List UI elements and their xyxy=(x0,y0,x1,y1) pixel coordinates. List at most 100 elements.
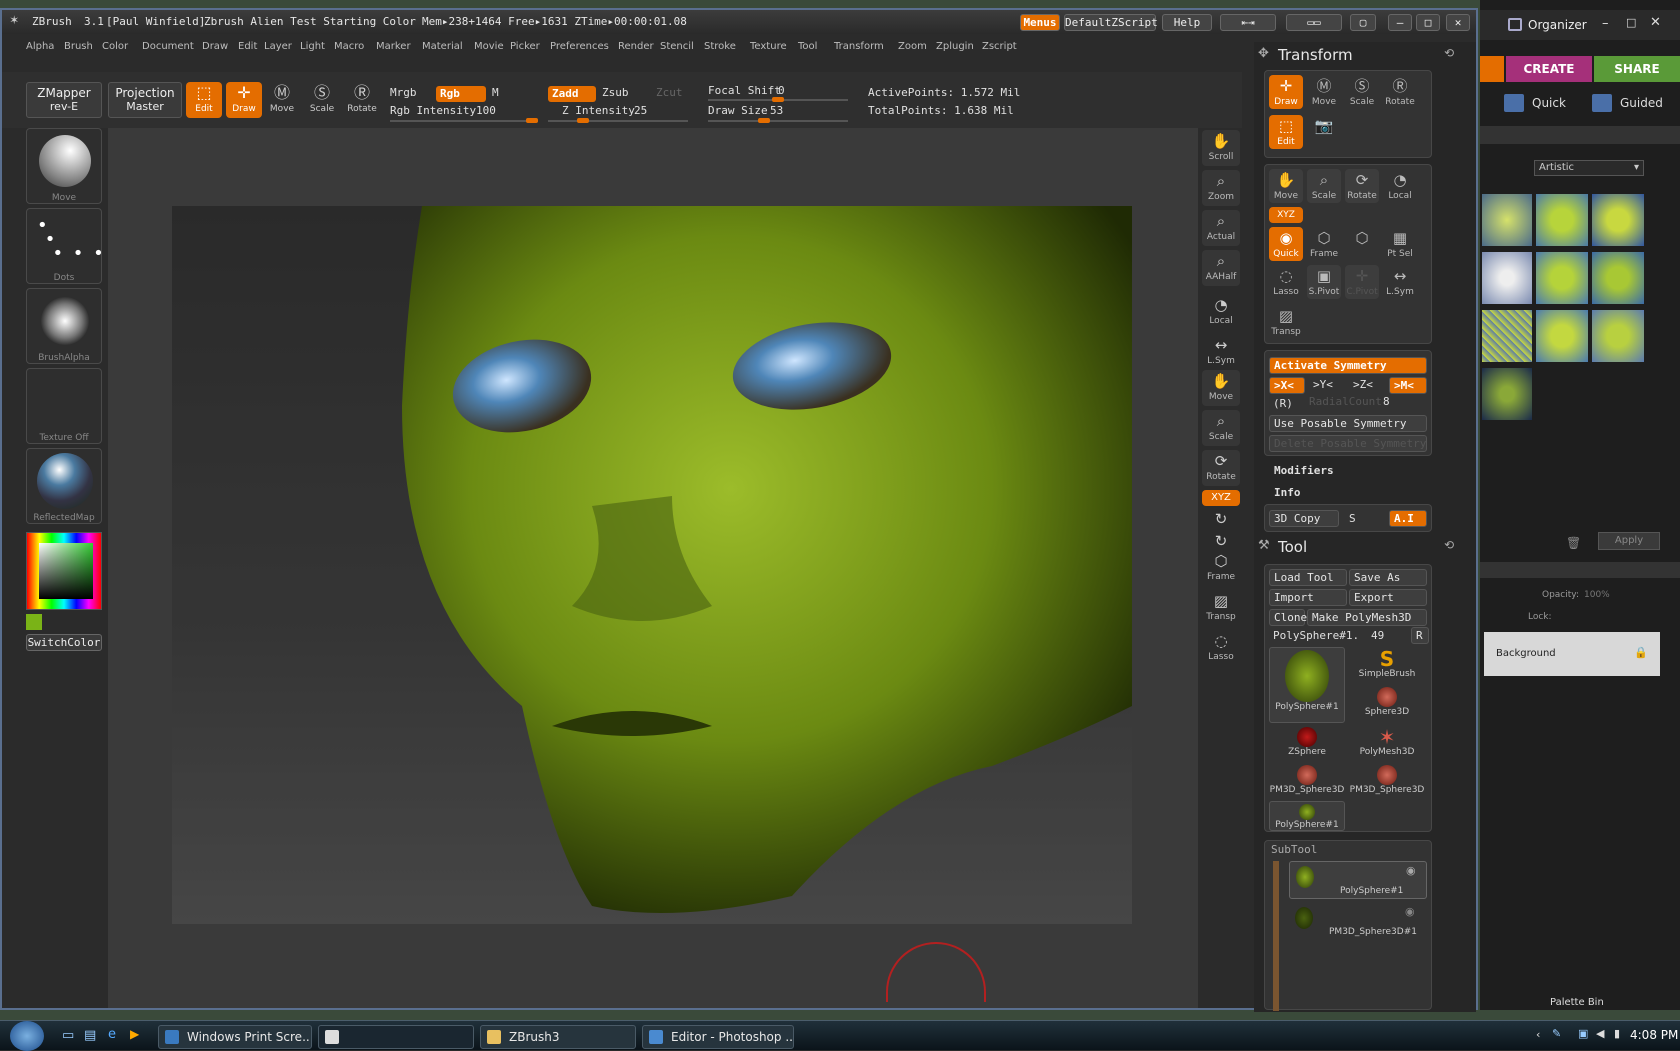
color-picker[interactable] xyxy=(26,532,102,610)
guided-fix-button[interactable]: Guided xyxy=(1620,96,1663,110)
cube-toggle[interactable]: ⬡ xyxy=(1345,227,1379,261)
menu-edit[interactable]: Edit xyxy=(238,41,257,52)
draw-button[interactable]: ✛ Draw xyxy=(1269,75,1303,109)
move-view-button[interactable]: ✋ Move xyxy=(1202,370,1240,406)
modifiers-subpalette[interactable]: Modifiers xyxy=(1274,464,1334,477)
minimize-icon[interactable]: – xyxy=(1602,16,1609,31)
lasso-button[interactable]: ◌ Lasso xyxy=(1202,630,1240,666)
local-button[interactable]: ◔ Local xyxy=(1383,169,1417,203)
rotate-button[interactable]: Ⓡ Rotate xyxy=(1383,75,1417,109)
show-desktop-icon[interactable]: ▭ xyxy=(62,1028,74,1043)
layer-row-background[interactable]: Background 🔒 xyxy=(1484,632,1660,676)
copy3d-s[interactable]: S xyxy=(1349,512,1356,525)
aahalf-button[interactable]: ⌕ AAHalf xyxy=(1202,250,1240,286)
menus-button[interactable]: Menus xyxy=(1020,14,1060,31)
delete-posable-symmetry-button[interactable]: Delete Posable Symmetry xyxy=(1269,435,1427,452)
menu-zscript[interactable]: Zscript xyxy=(982,41,1017,52)
task-zbrush3[interactable]: ZBrush3 xyxy=(480,1025,636,1049)
maximize-icon[interactable]: □ xyxy=(1626,16,1636,29)
frame-button[interactable]: ⬡ Frame xyxy=(1307,227,1341,261)
zadd-button[interactable]: Zadd xyxy=(548,86,596,102)
task-photoshop-editor[interactable]: Editor - Photoshop ... xyxy=(642,1025,794,1049)
edit-button[interactable]: ⬚ Edit xyxy=(1269,115,1303,149)
clone-button[interactable]: Clone xyxy=(1269,609,1307,626)
make-polymesh-button[interactable]: Make PolyMesh3D xyxy=(1307,609,1427,626)
menu-picker[interactable]: Picker xyxy=(510,41,540,52)
canvas[interactable] xyxy=(172,206,1132,924)
scroll-button[interactable]: ✋ Scroll xyxy=(1202,130,1240,166)
apply-button[interactable]: Apply xyxy=(1598,532,1660,550)
lock-ui-icon[interactable]: ▢ xyxy=(1350,14,1376,31)
create-tab[interactable]: CREATE xyxy=(1506,56,1592,82)
power-icon[interactable]: ▮ xyxy=(1614,1027,1620,1040)
zmapper-button[interactable]: ZMapper rev-E xyxy=(26,82,102,118)
z-intensity-slider[interactable] xyxy=(548,118,688,123)
xyz-button[interactable]: XYZ xyxy=(1269,207,1303,223)
menu-document[interactable]: Document xyxy=(142,41,194,52)
menu-zoom[interactable]: Zoom xyxy=(898,41,927,52)
tool-item-pm3d-sphere[interactable]: PM3D_Sphere3D xyxy=(1349,763,1425,803)
spivot-button[interactable]: ▣ S.Pivot xyxy=(1307,265,1341,299)
tool-item-polysphere[interactable]: PolySphere#1 xyxy=(1269,647,1345,723)
tool-title[interactable]: Tool xyxy=(1278,538,1307,556)
tool-item-simplebrush[interactable]: S SimpleBrush xyxy=(1349,647,1425,687)
symmetry-x-button[interactable]: >X< xyxy=(1269,377,1305,394)
refresh-icon[interactable]: ⟲ xyxy=(1444,538,1454,552)
default-zscript-button[interactable]: DefaultZScript xyxy=(1064,14,1158,31)
media-player-icon[interactable]: ▶ xyxy=(130,1027,139,1041)
mrgb-button[interactable]: Mrgb xyxy=(390,86,417,99)
tool-item-pm3d-sphere[interactable]: PM3D_Sphere3D xyxy=(1269,763,1345,803)
tray-chevron-icon[interactable]: ‹ xyxy=(1536,1028,1540,1041)
refresh-icon[interactable]: ⟲ xyxy=(1444,46,1454,60)
artwork-thumb[interactable] xyxy=(1482,252,1532,304)
menu-texture[interactable]: Texture xyxy=(750,41,787,52)
artwork-thumb[interactable] xyxy=(1536,252,1588,304)
scale-view-button[interactable]: ⌕ Scale xyxy=(1202,410,1240,446)
menu-layer[interactable]: Layer xyxy=(264,41,292,52)
alpha-selector[interactable]: BrushAlpha xyxy=(26,288,102,364)
menu-movie[interactable]: Movie xyxy=(474,41,504,52)
pen-tray-icon[interactable]: ✎ xyxy=(1552,1027,1561,1040)
interface-layout-icon[interactable]: ▭▭ xyxy=(1286,14,1342,31)
edit-tab-stub[interactable] xyxy=(1480,56,1504,82)
tool-item-polysphere-2[interactable]: PolySphere#1 xyxy=(1269,801,1345,831)
subtool-scrollbar[interactable] xyxy=(1273,861,1279,1011)
transp-button[interactable]: ▨ Transp xyxy=(1202,590,1240,626)
start-button[interactable] xyxy=(10,1021,44,1051)
scale-button[interactable]: Ⓢ Scale xyxy=(1345,75,1379,109)
main-color-swatch[interactable] xyxy=(26,614,42,630)
switch-windows-icon[interactable]: ▤ xyxy=(84,1028,96,1043)
zcut-button[interactable]: Zcut xyxy=(656,86,683,99)
artwork-category-select[interactable]: Artistic ▾ xyxy=(1534,160,1644,176)
task-zbrush-icon-only[interactable] xyxy=(318,1025,474,1049)
quick-fix-button[interactable]: Quick xyxy=(1532,96,1566,110)
menu-preferences[interactable]: Preferences xyxy=(550,41,609,52)
symmetry-m-button[interactable]: >M< xyxy=(1389,377,1427,394)
slider-handle[interactable] xyxy=(577,118,589,123)
actual-button[interactable]: ⌕ Actual xyxy=(1202,210,1240,246)
load-tool-button[interactable]: Load Tool xyxy=(1269,569,1347,586)
copy3d-ai-button[interactable]: A.I xyxy=(1389,510,1427,527)
xyz-button[interactable]: XYZ xyxy=(1202,490,1240,506)
frame-button[interactable]: ⬡ Frame xyxy=(1202,550,1240,586)
tool-item-sphere3d[interactable]: Sphere3D xyxy=(1349,685,1425,725)
menu-alpha[interactable]: Alpha xyxy=(26,41,54,52)
menu-render[interactable]: Render xyxy=(618,41,654,52)
menu-stencil[interactable]: Stencil xyxy=(660,41,694,52)
menu-draw[interactable]: Draw xyxy=(202,41,228,52)
organizer-label[interactable]: Organizer xyxy=(1528,18,1587,32)
minimize-icon[interactable]: – xyxy=(1388,14,1412,31)
move-mode-button[interactable]: Ⓜ Move xyxy=(264,82,300,118)
lsym-button[interactable]: ↔ L.Sym xyxy=(1383,265,1417,299)
texture-selector[interactable]: Texture Off xyxy=(26,368,102,444)
ie-icon[interactable]: e xyxy=(108,1027,116,1042)
save-as-button[interactable]: Save As xyxy=(1349,569,1427,586)
artwork-thumb[interactable] xyxy=(1482,310,1532,362)
artwork-thumb[interactable] xyxy=(1536,194,1588,246)
artwork-thumb[interactable] xyxy=(1482,368,1532,420)
move-button[interactable]: Ⓜ Move xyxy=(1307,75,1341,109)
material-selector[interactable]: ReflectedMap xyxy=(26,448,102,524)
artwork-thumb[interactable] xyxy=(1482,194,1532,246)
palette-bin-toggle[interactable]: Palette Bin xyxy=(1550,997,1604,1008)
zoom-button[interactable]: ⌕ Zoom xyxy=(1202,170,1240,206)
